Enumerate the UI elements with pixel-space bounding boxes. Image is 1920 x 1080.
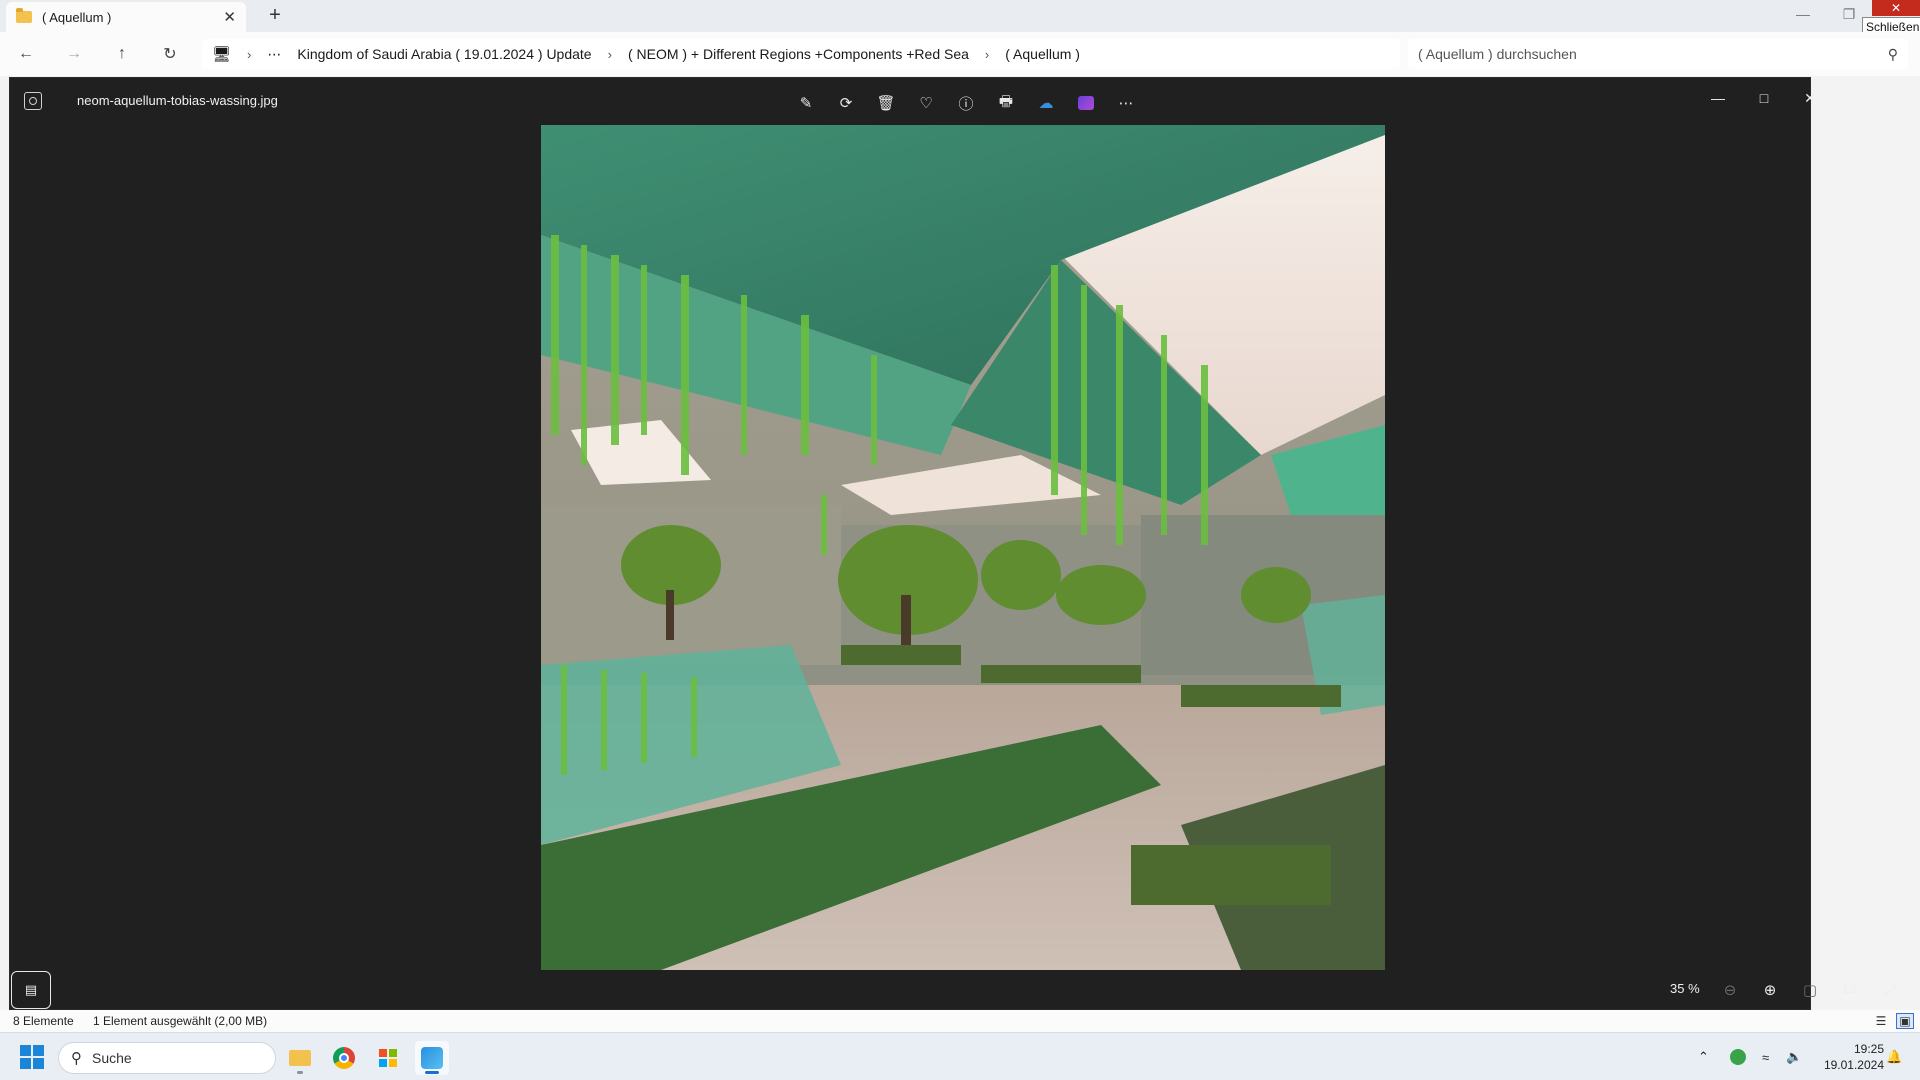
chevron-right-icon: › xyxy=(247,46,252,62)
onedrive-icon[interactable]: ☁ xyxy=(1032,90,1060,116)
windows-start-icon[interactable] xyxy=(20,1045,44,1069)
this-pc-icon[interactable]: 🖥 xyxy=(212,45,231,63)
explorer-address-row: ← → ↑ ↻ 🖥 › ⋯ Kingdom of Saudi Arabia ( … xyxy=(0,32,1920,76)
clock-time: 19:25 xyxy=(1853,1042,1884,1056)
folder-search-input[interactable]: ( Aquellum ) durchsuchen ⚲ xyxy=(1408,39,1908,69)
viewer-close-button[interactable]: ✕ xyxy=(1788,84,1832,112)
explorer-status-bar: 8 Elemente 1 Element ausgewählt (2,00 MB… xyxy=(0,1010,1920,1032)
photos-app-icon xyxy=(24,92,42,110)
search-placeholder: ( Aquellum ) durchsuchen xyxy=(1418,46,1577,62)
zoom-level: 35 % xyxy=(1670,981,1700,996)
edit-image-icon[interactable]: ✎ xyxy=(792,90,820,116)
viewer-titlebar: neom-aquellum-tobias-wassing.jpg ✎ ⟳ 🗑 ♡… xyxy=(10,78,1816,126)
file-name: neom-aquellum-tobias-wassing.jpg xyxy=(77,93,278,108)
displayed-photo xyxy=(541,125,1385,970)
breadcrumb-item-aquellum[interactable]: ( Aquellum ) xyxy=(1005,46,1080,62)
selection-info: 1 Element ausgewählt (2,00 MB) xyxy=(93,1014,268,1028)
rotate-icon[interactable]: ⟳ xyxy=(832,90,860,116)
details-view-icon[interactable]: ☰ xyxy=(1872,1013,1890,1029)
wifi-icon[interactable]: ≈ xyxy=(1762,1033,1769,1080)
notification-bell-icon[interactable]: 🔔 xyxy=(1886,1033,1902,1080)
breadcrumb[interactable]: 🖥 › ⋯ Kingdom of Saudi Arabia ( 19.01.20… xyxy=(202,39,1400,69)
fit-to-window-button[interactable]: ▢ xyxy=(1796,977,1824,1003)
actual-size-button[interactable]: 1:1 xyxy=(1836,977,1864,1003)
more-paths-icon[interactable]: ⋯ xyxy=(267,46,281,63)
tab-close-button[interactable]: ✕ xyxy=(223,8,236,26)
clock-date: 19.01.2024 xyxy=(1823,1058,1884,1072)
tiles-view-icon[interactable]: ▣ xyxy=(1896,1013,1914,1029)
fullscreen-button[interactable]: ⤢ xyxy=(1876,977,1904,1003)
chevron-right-icon: › xyxy=(984,46,990,62)
chrome-icon[interactable] xyxy=(327,1041,361,1075)
zoom-out-button[interactable]: ⊖ xyxy=(1716,977,1744,1003)
taskbar: ⚲ Suche ⌃ ≈ 🔈 19:25 19.01.2024 🔔 xyxy=(0,1032,1920,1080)
security-shield-icon[interactable] xyxy=(1730,1033,1746,1080)
more-icon[interactable]: ⋯ xyxy=(1112,90,1140,116)
item-count: 8 Elemente xyxy=(13,1014,74,1028)
volume-icon[interactable]: 🔈 xyxy=(1786,1033,1802,1080)
show-hidden-icons-icon[interactable]: ⌃ xyxy=(1698,1033,1709,1080)
print-icon[interactable]: 🖶 xyxy=(992,90,1020,116)
viewer-bottom-bar: ▤ 35 % ⊖ ⊕ ▢ 1:1 ⤢ xyxy=(10,969,1896,1010)
file-explorer-icon[interactable] xyxy=(283,1041,317,1075)
photo-render xyxy=(541,125,1385,970)
favorite-heart-icon[interactable]: ♡ xyxy=(912,90,940,116)
viewer-maximize-button[interactable]: □ xyxy=(1742,84,1786,112)
clock[interactable]: 19:25 19.01.2024 xyxy=(1814,1041,1884,1073)
breadcrumb-item-saudi[interactable]: Kingdom of Saudi Arabia ( 19.01.2024 ) U… xyxy=(297,46,591,62)
tab-title: ( Aquellum ) xyxy=(42,9,112,25)
new-tab-button[interactable]: + xyxy=(262,4,288,27)
delete-icon[interactable]: 🗑 xyxy=(872,90,900,116)
search-icon: ⚲ xyxy=(71,1050,82,1067)
filmstrip-toggle-button[interactable]: ▤ xyxy=(11,971,51,1009)
search-icon: ⚲ xyxy=(1887,45,1898,62)
microsoft-store-icon[interactable] xyxy=(371,1041,405,1075)
refresh-button[interactable]: ↻ xyxy=(156,40,184,68)
chevron-right-icon: › xyxy=(607,46,612,62)
viewer-toolbar: ✎ ⟳ 🗑 ♡ ⓘ 🖶 ☁ ⋯ xyxy=(792,90,1140,116)
zoom-in-button[interactable]: ⊕ xyxy=(1756,977,1784,1003)
back-button[interactable]: ← xyxy=(12,40,40,68)
explorer-tab-strip: ( Aquellum ) ✕ + — ❐ ✕ Schließen xyxy=(0,0,1920,37)
close-window-button[interactable]: ✕ xyxy=(1872,0,1920,16)
viewer-minimize-button[interactable]: — xyxy=(1696,84,1740,112)
folder-icon xyxy=(16,8,32,23)
taskbar-search-label: Suche xyxy=(92,1050,132,1066)
photos-viewer-window: neom-aquellum-tobias-wassing.jpg ✎ ⟳ 🗑 ♡… xyxy=(9,77,1896,1010)
clipchamp-icon[interactable] xyxy=(1072,90,1100,116)
breadcrumb-item-neom[interactable]: ( NEOM ) + Different Regions +Components… xyxy=(628,46,969,62)
taskbar-search-box[interactable]: ⚲ Suche xyxy=(58,1042,276,1074)
photos-app-taskbar-icon[interactable] xyxy=(415,1041,449,1075)
explorer-tab[interactable]: ( Aquellum ) ✕ xyxy=(6,2,246,32)
up-button[interactable]: ↑ xyxy=(108,40,136,68)
info-icon[interactable]: ⓘ xyxy=(952,90,980,116)
minimize-button[interactable]: — xyxy=(1780,0,1826,28)
forward-button[interactable]: → xyxy=(60,40,88,68)
